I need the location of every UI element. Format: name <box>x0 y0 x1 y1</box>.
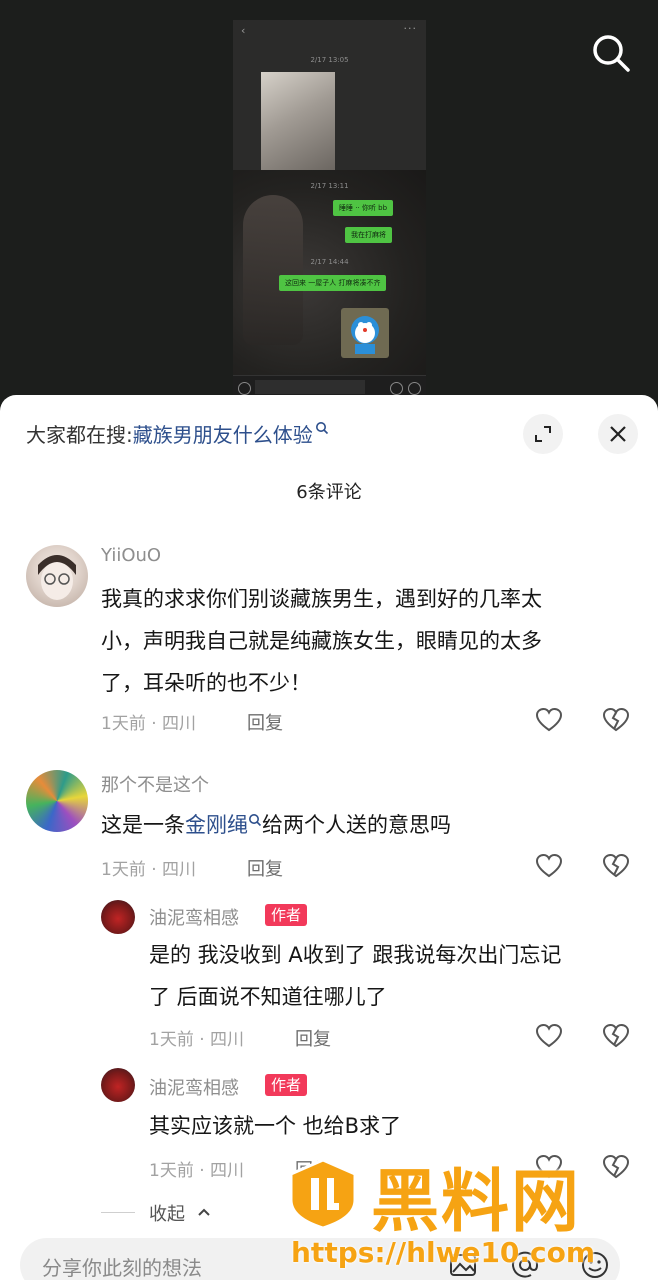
author-badge: 作者 <box>265 1074 308 1096</box>
reply-author[interactable]: 油泥鸾相感 <box>149 904 239 930</box>
user-avatar-icon <box>38 555 76 600</box>
plus-icon <box>408 382 421 395</box>
dislike-heart-icon[interactable] <box>602 707 630 733</box>
collapse-divider <box>101 1212 135 1213</box>
voice-icon <box>238 382 251 395</box>
reply-text-line: 其实应该就一个 也给B求了 <box>149 1114 402 1138</box>
expand-button[interactable] <box>523 414 563 454</box>
dislike-heart-icon[interactable] <box>602 853 630 879</box>
comment-author[interactable]: 那个不是这个 <box>101 771 209 797</box>
chat-time: 2/17 14:44 <box>310 258 349 266</box>
reply-author[interactable]: 油泥鸾相感 <box>149 1074 239 1100</box>
collapse-label[interactable]: 收起 <box>149 1200 185 1226</box>
reply-button[interactable]: 回复 <box>247 709 283 735</box>
comment-meta: 1天前 · 四川 <box>101 860 197 880</box>
reply-text-line: 是的 我没收到 A收到了 跟我说每次出门忘记 <box>149 943 562 967</box>
chat-input-field <box>255 380 365 394</box>
author-badge: 作者 <box>265 904 308 926</box>
comment-text-part: 给两个人送的意思吗 <box>262 813 451 837</box>
chat-bubble: 这回来 一屋子人 打麻将凑不齐 <box>279 275 387 291</box>
comment-text-line: 我真的求求你们别谈藏族男生，遇到好的几率太 <box>101 587 542 611</box>
trending-search-prefix: 大家都在搜: <box>26 423 133 447</box>
chat-time: 2/17 13:05 <box>310 56 349 64</box>
like-heart-icon[interactable] <box>535 1023 563 1049</box>
comment-search-link[interactable]: 金刚绳 <box>185 813 248 837</box>
chat-sticker <box>341 308 389 358</box>
close-icon <box>610 426 626 442</box>
reply-meta: 1天前 · 四川 <box>149 1161 245 1181</box>
comment-text: 我真的求求你们别谈藏族男生，遇到好的几率太 小，声明我自己就是纯藏族女生，眼睛见… <box>101 578 542 704</box>
cartoon-sticker-icon <box>351 316 379 354</box>
watermark-url: https://hlwe10.com <box>291 1236 596 1269</box>
comment-text-line: 了，耳朵听的也不少！ <box>101 671 311 695</box>
search-small-icon <box>249 814 262 827</box>
avatar[interactable] <box>26 770 88 832</box>
watermark: 黑料网 https://hlwe10.com <box>285 1150 655 1280</box>
reply-meta: 1天前 · 四川 <box>149 1030 245 1050</box>
watermark-logo-icon <box>289 1158 357 1230</box>
comment-meta: 1天前 · 四川 <box>101 714 197 734</box>
comment-text-line: 小，声明我自己就是纯藏族女生，眼睛见的太多 <box>101 629 542 653</box>
comment-count: 6条评论 <box>296 482 362 503</box>
close-button[interactable] <box>598 414 638 454</box>
chevron-up-icon <box>198 1208 210 1216</box>
trending-search-link[interactable]: 藏族男朋友什么体验 <box>133 423 313 447</box>
chat-header: ‹ ··· <box>233 20 426 46</box>
reply-text-line: 了 后面说不知道往哪儿了 <box>149 985 387 1009</box>
comment-text: 这是一条金刚绳 给两个人送的意思吗 <box>101 804 451 846</box>
watermark-title: 黑料网 <box>371 1163 582 1242</box>
search-icon <box>593 35 630 72</box>
more-icon: ··· <box>403 22 417 35</box>
chat-bubble: 我在打麻将 <box>345 227 392 243</box>
reply-button[interactable]: 回复 <box>247 855 283 881</box>
trending-search[interactable]: 大家都在搜:藏族男朋友什么体验 <box>26 419 329 448</box>
video-area[interactable]: ‹ ··· 2/17 13:05 2/17 13:11 睡睡 ·· 你听 bb … <box>0 0 658 400</box>
like-heart-icon[interactable] <box>535 853 563 879</box>
back-arrow-icon: ‹ <box>241 24 246 37</box>
emoji-icon <box>390 382 403 395</box>
comment-author[interactable]: YiiOuO <box>101 545 161 566</box>
chat-screenshot: ‹ ··· 2/17 13:05 2/17 13:11 睡睡 ·· 你听 bb … <box>233 20 426 398</box>
search-button[interactable] <box>588 30 634 76</box>
reply-text: 是的 我没收到 A收到了 跟我说每次出门忘记 了 后面说不知道往哪儿了 <box>149 934 561 1018</box>
comment-text-part: 这是一条 <box>101 813 185 837</box>
avatar[interactable] <box>26 545 88 607</box>
reply-button[interactable]: 回复 <box>295 1025 331 1051</box>
search-small-icon <box>315 422 328 435</box>
like-heart-icon[interactable] <box>535 707 563 733</box>
avatar[interactable] <box>101 1068 135 1102</box>
chat-bubble: 睡睡 ·· 你听 bb <box>333 200 394 216</box>
avatar[interactable] <box>101 900 135 934</box>
dislike-heart-icon[interactable] <box>602 1023 630 1049</box>
reply-text: 其实应该就一个 也给B求了 <box>149 1105 401 1147</box>
expand-icon <box>535 426 551 442</box>
chat-photo-figure <box>243 195 303 345</box>
comment-input-placeholder: 分享你此刻的想法 <box>42 1256 202 1280</box>
chat-time: 2/17 13:11 <box>310 182 349 190</box>
